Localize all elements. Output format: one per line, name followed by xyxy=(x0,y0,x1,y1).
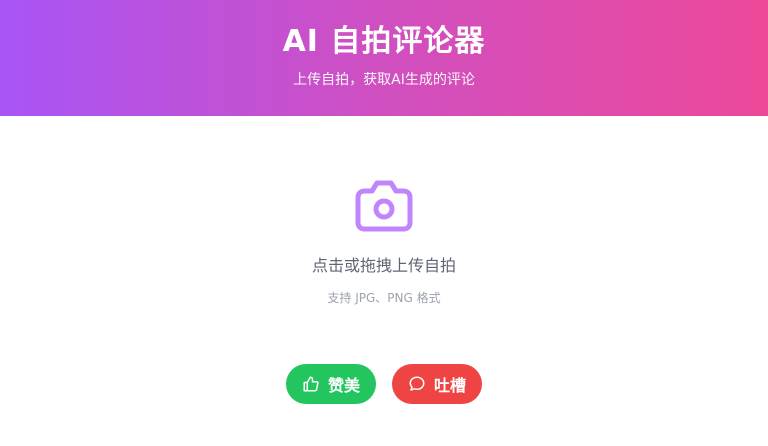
roast-button[interactable]: 吐槽 xyxy=(392,364,482,404)
praise-button-label: 赞美 xyxy=(327,376,360,395)
camera-icon xyxy=(355,180,413,232)
app-header: AI 自拍评论器 上传自拍，获取AI生成的评论 xyxy=(0,0,768,116)
thumbs-up-icon xyxy=(303,376,319,392)
upload-prompt: 点击或拖拽上传自拍 xyxy=(311,256,456,275)
roast-button-label: 吐槽 xyxy=(433,376,466,395)
page-title: AI 自拍评论器 xyxy=(282,24,486,59)
praise-button[interactable]: 赞美 xyxy=(286,364,376,404)
upload-format-hint: 支持 JPG、PNG 格式 xyxy=(327,291,441,305)
speech-bubble-icon xyxy=(409,376,425,391)
selfie-upload-dropzone[interactable]: 点击或拖拽上传自拍 支持 JPG、PNG 格式 xyxy=(0,116,768,336)
page-subtitle: 上传自拍，获取AI生成的评论 xyxy=(293,72,475,88)
